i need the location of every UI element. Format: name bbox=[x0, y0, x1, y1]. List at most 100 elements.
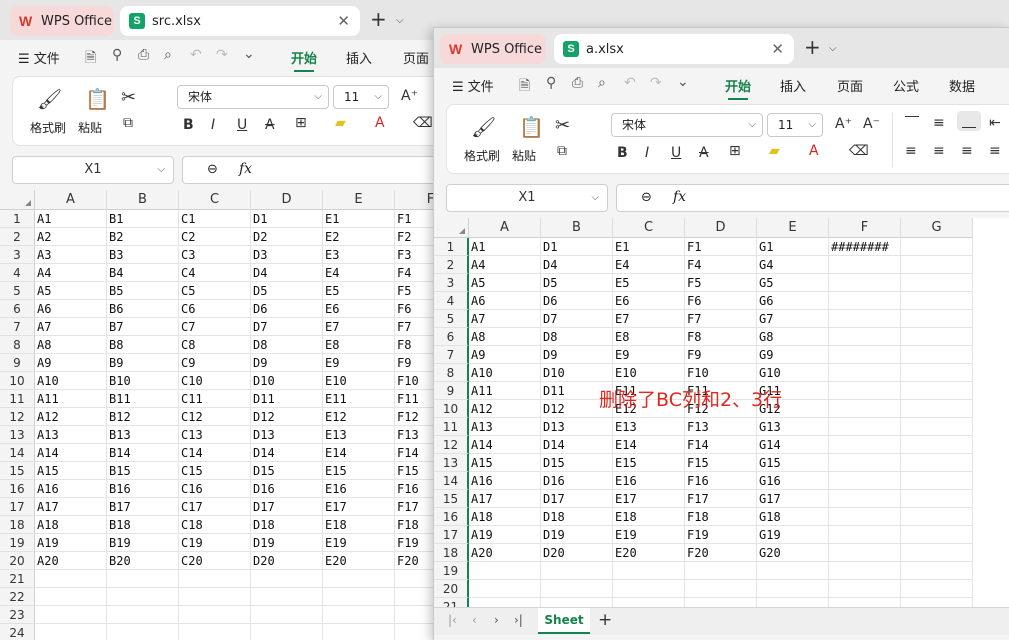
table-cell[interactable]: E17 bbox=[613, 490, 685, 508]
table-cell[interactable]: E5 bbox=[323, 282, 395, 300]
tab-wps-home[interactable]: W WPS Office bbox=[10, 6, 114, 36]
table-cell[interactable]: F13 bbox=[685, 418, 757, 436]
table-cell[interactable]: G20 bbox=[757, 544, 829, 562]
row-header[interactable]: 13 bbox=[0, 426, 35, 444]
table-cell[interactable]: E11 bbox=[323, 390, 395, 408]
table-cell[interactable]: D20 bbox=[251, 552, 323, 570]
table-cell[interactable]: B1 bbox=[107, 210, 179, 228]
column-header[interactable]: C bbox=[179, 190, 251, 210]
row-header[interactable]: 5 bbox=[0, 282, 35, 300]
table-cell[interactable]: D20 bbox=[541, 544, 613, 562]
table-cell[interactable] bbox=[901, 526, 973, 544]
table-cell[interactable] bbox=[829, 400, 901, 418]
table-cell[interactable]: D14 bbox=[251, 444, 323, 462]
table-cell[interactable] bbox=[829, 472, 901, 490]
row-header[interactable]: 16 bbox=[434, 508, 469, 526]
table-cell[interactable]: D15 bbox=[251, 462, 323, 480]
table-cell[interactable] bbox=[323, 606, 395, 624]
table-cell[interactable]: D1 bbox=[541, 238, 613, 256]
table-cell[interactable] bbox=[179, 624, 251, 640]
row-header[interactable]: 24 bbox=[0, 624, 35, 640]
table-cell[interactable]: D13 bbox=[541, 418, 613, 436]
paste-label[interactable]: 粘贴 bbox=[512, 147, 536, 164]
tab-wps-home[interactable]: W WPS Office bbox=[440, 34, 546, 64]
row-header[interactable]: 7 bbox=[0, 318, 35, 336]
menu-insert[interactable]: 插入 bbox=[780, 76, 806, 95]
table-cell[interactable]: G1 bbox=[757, 238, 829, 256]
table-cell[interactable]: A4 bbox=[469, 256, 541, 274]
row-header[interactable]: 1 bbox=[434, 238, 469, 256]
table-cell[interactable]: F9 bbox=[685, 346, 757, 364]
row-header[interactable]: 9 bbox=[0, 354, 35, 372]
eraser-icon[interactable]: ⌫ bbox=[849, 143, 869, 159]
table-cell[interactable]: E14 bbox=[323, 444, 395, 462]
table-cell[interactable] bbox=[323, 624, 395, 640]
table-cell[interactable]: G16 bbox=[757, 472, 829, 490]
table-cell[interactable] bbox=[901, 454, 973, 472]
row-header[interactable]: 19 bbox=[434, 562, 469, 580]
table-cell[interactable]: A14 bbox=[35, 444, 107, 462]
table-cell[interactable]: B3 bbox=[107, 246, 179, 264]
row-header[interactable]: 15 bbox=[0, 462, 35, 480]
menu-formula[interactable]: 公式 bbox=[893, 76, 919, 95]
decrease-font-icon[interactable]: A⁻ bbox=[863, 116, 880, 132]
table-cell[interactable]: A9 bbox=[35, 354, 107, 372]
justify-icon[interactable]: ≡ bbox=[989, 143, 1001, 159]
table-cell[interactable]: G13 bbox=[757, 418, 829, 436]
menu-file[interactable]: ☰ 文件 bbox=[18, 48, 60, 67]
row-header[interactable]: 21 bbox=[434, 598, 469, 607]
row-header[interactable]: 20 bbox=[0, 552, 35, 570]
table-cell[interactable]: E17 bbox=[323, 498, 395, 516]
row-header[interactable]: 21 bbox=[0, 570, 35, 588]
bold-icon[interactable]: B bbox=[617, 145, 628, 161]
table-cell[interactable]: A20 bbox=[469, 544, 541, 562]
table-cell[interactable] bbox=[901, 418, 973, 436]
table-cell[interactable]: B16 bbox=[107, 480, 179, 498]
undo-icon[interactable]: ↶ bbox=[624, 75, 636, 91]
table-cell[interactable] bbox=[901, 328, 973, 346]
table-cell[interactable]: F20 bbox=[685, 544, 757, 562]
table-cell[interactable]: E15 bbox=[323, 462, 395, 480]
table-cell[interactable]: B19 bbox=[107, 534, 179, 552]
table-cell[interactable]: G15 bbox=[757, 454, 829, 472]
row-header[interactable]: 16 bbox=[0, 480, 35, 498]
table-cell[interactable]: E4 bbox=[613, 256, 685, 274]
share-icon[interactable]: ⚲ bbox=[112, 47, 122, 63]
table-cell[interactable]: A1 bbox=[35, 210, 107, 228]
table-cell[interactable]: A9 bbox=[469, 346, 541, 364]
table-cell[interactable]: E8 bbox=[323, 336, 395, 354]
border-icon[interactable]: ⊞ bbox=[729, 143, 741, 159]
table-cell[interactable] bbox=[35, 624, 107, 640]
table-cell[interactable]: E8 bbox=[613, 328, 685, 346]
table-cell[interactable] bbox=[685, 562, 757, 580]
row-header[interactable]: 7 bbox=[434, 346, 469, 364]
row-header[interactable]: 23 bbox=[0, 606, 35, 624]
table-cell[interactable]: G19 bbox=[757, 526, 829, 544]
table-cell[interactable] bbox=[829, 544, 901, 562]
table-cell[interactable]: F7 bbox=[685, 310, 757, 328]
table-cell[interactable] bbox=[901, 580, 973, 598]
table-cell[interactable]: A17 bbox=[35, 498, 107, 516]
print-icon[interactable]: ⎙ bbox=[572, 75, 583, 91]
name-box[interactable]: X1 ⌵ bbox=[446, 184, 608, 212]
table-cell[interactable]: B2 bbox=[107, 228, 179, 246]
table-cell[interactable]: D15 bbox=[541, 454, 613, 472]
font-size-select[interactable]: 11 ⌵ bbox=[767, 113, 823, 137]
table-cell[interactable] bbox=[829, 274, 901, 292]
format-painter-icon[interactable]: 🖌 bbox=[471, 115, 496, 139]
row-header[interactable]: 18 bbox=[0, 516, 35, 534]
table-cell[interactable] bbox=[685, 580, 757, 598]
fx-icon[interactable]: fx bbox=[239, 161, 252, 177]
table-cell[interactable]: D16 bbox=[541, 472, 613, 490]
row-header[interactable]: 3 bbox=[434, 274, 469, 292]
table-cell[interactable] bbox=[829, 436, 901, 454]
add-sheet-icon[interactable]: + bbox=[598, 610, 612, 630]
table-cell[interactable]: E1 bbox=[613, 238, 685, 256]
paste-icon[interactable]: 📋 bbox=[85, 87, 110, 111]
row-header[interactable]: 15 bbox=[434, 490, 469, 508]
font-name-select[interactable]: 宋体 ⌵ bbox=[611, 113, 763, 137]
table-cell[interactable]: F15 bbox=[685, 454, 757, 472]
format-painter-label[interactable]: 格式刷 bbox=[464, 147, 500, 164]
new-tab-icon[interactable]: + bbox=[804, 37, 821, 57]
table-cell[interactable]: E5 bbox=[613, 274, 685, 292]
